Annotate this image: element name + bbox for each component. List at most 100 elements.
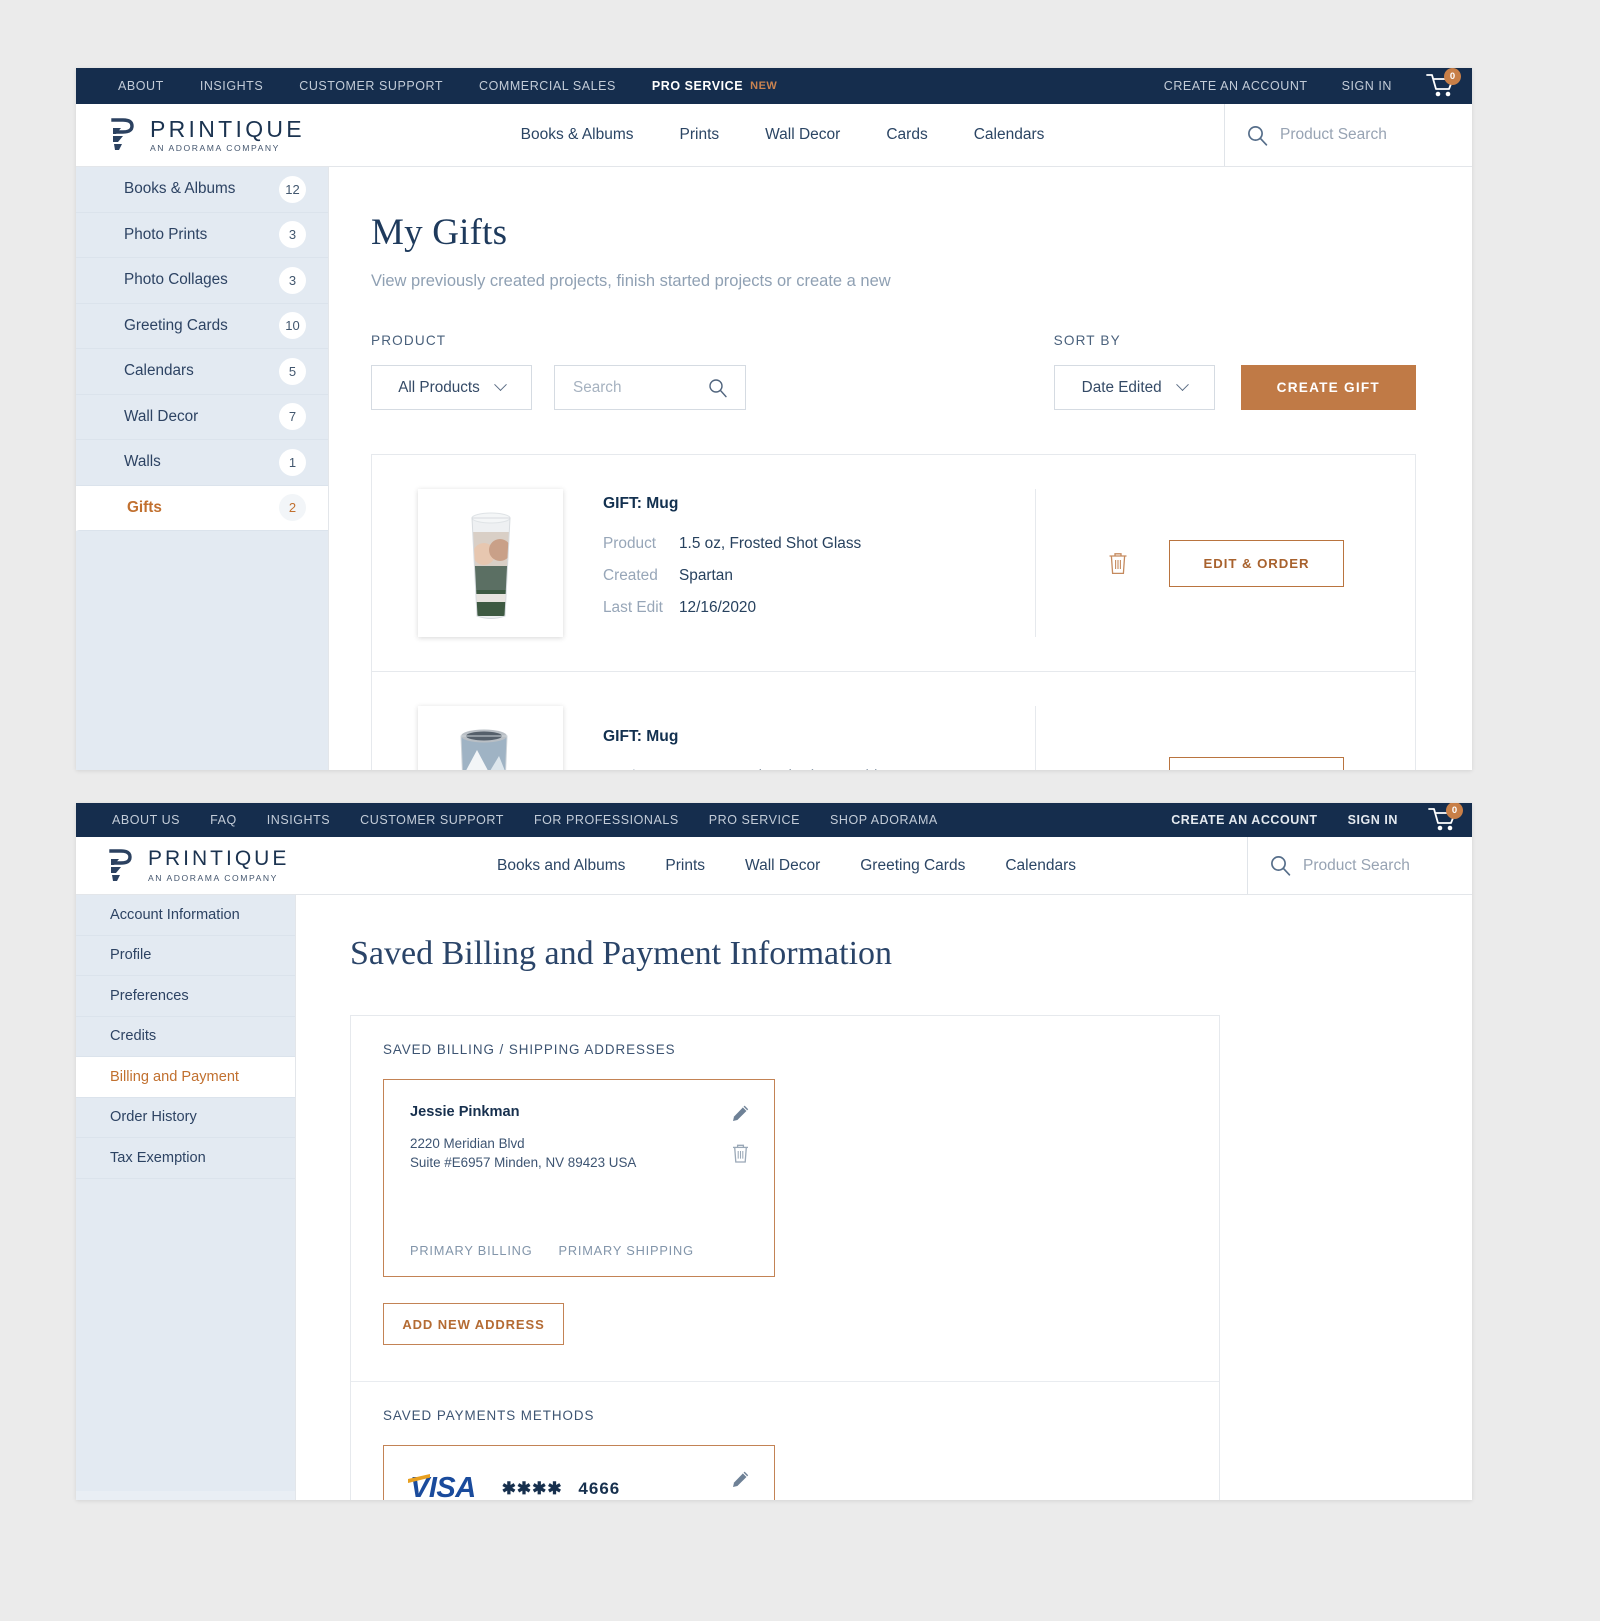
sidebar-item-photo-collages[interactable]: Photo Collages 3 [76,258,328,304]
product-search-input[interactable]: Product Search [1247,837,1472,894]
utility-link-faq[interactable]: FAQ [210,813,237,827]
gift-last-edit-key: Last Edit [603,599,663,616]
edit-address-button[interactable] [731,1104,750,1123]
sidebar-item-wall-decor[interactable]: Wall Decor 7 [76,394,328,440]
nav-greeting-cards[interactable]: Greeting Cards [860,857,965,875]
create-gift-button[interactable]: CREATE GIFT [1240,365,1416,410]
gift-product-row: Product 1.2 oz, Insulated Wine Tumbler [603,768,1035,770]
visa-logo-icon: VISA [408,1472,476,1500]
sidebar-item-tax-exemption[interactable]: Tax Exemption [76,1138,295,1179]
sidebar-label: Calendars [124,362,194,380]
chevron-down-icon [493,378,507,392]
cart-button[interactable]: 0 [1426,68,1461,99]
nav-books-albums[interactable]: Books & Albums [521,126,634,144]
sidebar-item-account-information[interactable]: Account Information [76,895,295,936]
edit-order-button[interactable]: EDIT & ORDER [1168,539,1345,587]
nav-cards[interactable]: Cards [886,126,927,144]
create-account-link[interactable]: CREATE AN ACCOUNT [1164,79,1308,93]
nav-calendars[interactable]: Calendars [1005,857,1076,875]
utility-link-about[interactable]: ABOUT [118,79,164,93]
delete-gift-button[interactable] [1107,768,1129,770]
sidebar-count-badge: 3 [279,266,306,294]
sidebar-item-walls[interactable]: Walls 1 [76,440,328,486]
gift-search-input[interactable]: Search [554,365,746,410]
sidebar-item-order-history[interactable]: Order History [76,1097,295,1138]
gifts-main-nav: PRINTIQUE AN ADORAMA COMPANY Books & Alb… [76,104,1472,167]
billing-screenshot: ABOUT US FAQ INSIGHTS CUSTOMER SUPPORT F… [76,803,1472,1500]
search-icon [1248,125,1268,146]
product-filter-select[interactable]: All Products [371,365,532,410]
gift-search-placeholder: Search [573,378,622,396]
logo[interactable]: PRINTIQUE AN ADORAMA COMPANY [76,104,341,166]
sidebar-count-badge: 10 [279,312,306,340]
sidebar-count-badge: 5 [279,357,306,385]
trash-icon [1113,769,1122,770]
sidebar-item-billing-and-payment[interactable]: Billing and Payment [76,1057,295,1098]
utility-link-insights[interactable]: INSIGHTS [267,813,330,827]
sign-in-link[interactable]: SIGN IN [1342,79,1392,93]
sidebar-count-badge: 2 [279,494,306,522]
product-search-input[interactable]: Product Search [1224,104,1472,166]
gifts-utility-bar: ABOUT INSIGHTS CUSTOMER SUPPORT COMMERCI… [76,68,1472,104]
saved-payment-card[interactable]: VISA ✱✱✱✱ 4666 [383,1445,775,1500]
utility-link-for-professionals[interactable]: FOR PROFESSIONALS [534,813,679,827]
sidebar-item-calendars[interactable]: Calendars 5 [76,349,328,395]
gift-product-key: Product [603,768,679,770]
utility-link-customer-support[interactable]: CUSTOMER SUPPORT [299,79,443,93]
utility-link-about-us[interactable]: ABOUT US [112,813,180,827]
utility-link-insights[interactable]: INSIGHTS [200,79,263,93]
payments-section-title: SAVED PAYMENTS METHODS [383,1408,595,1423]
billing-main-content: Saved Billing and Payment Information SA… [296,895,1472,1500]
logo-wordmark: PRINTIQUE [148,847,290,871]
sidebar-item-greeting-cards[interactable]: Greeting Cards 10 [76,303,328,349]
logo-tagline: AN ADORAMA COMPANY [150,143,280,154]
wine-tumbler-photo-icon [459,729,508,770]
gift-product-key: Product [603,535,657,552]
nav-wall-decor[interactable]: Wall Decor [745,857,820,875]
gift-thumbnail[interactable] [418,706,563,770]
gift-actions: EDIT & ORDER [1035,489,1415,637]
add-new-address-button[interactable]: ADD NEW ADDRESS [383,1303,564,1345]
sidebar-item-credits[interactable]: Credits [76,1016,295,1057]
utility-link-pro-service-wrap: PRO SERVICE NEW [652,79,777,93]
utility-link-commercial-sales[interactable]: COMMERCIAL SALES [479,79,616,93]
sort-by-select[interactable]: Date Edited [1053,365,1215,410]
utility-link-shop-adorama[interactable]: SHOP ADORAMA [830,813,938,827]
utility-link-pro-service[interactable]: PRO SERVICE [652,79,743,93]
saved-address-card[interactable]: Jessie Pinkman 2220 Meridian Blvd Suite … [383,1079,775,1277]
payment-card-actions [731,1470,750,1500]
sidebar-item-gifts[interactable]: Gifts 2 [76,485,328,531]
delete-gift-button[interactable] [1107,551,1129,576]
nav-prints[interactable]: Prints [680,126,720,144]
nav-books-and-albums[interactable]: Books and Albums [497,857,625,875]
sidebar-label: Walls [124,453,161,471]
gift-actions: EDIT & ORDER [1035,706,1415,770]
pencil-icon [733,1105,749,1121]
edit-order-button[interactable]: EDIT & ORDER [1168,756,1345,770]
address-line-1: 2220 Meridian Blvd [410,1136,525,1151]
nav-wall-decor[interactable]: Wall Decor [765,126,840,144]
payments-section: SAVED PAYMENTS METHODS VISA ✱✱✱✱ 4666 [351,1381,1219,1500]
product-search-placeholder: Product Search [1280,126,1387,143]
logo[interactable]: PRINTIQUE AN ADORAMA COMPANY [76,837,326,894]
utility-link-customer-support[interactable]: CUSTOMER SUPPORT [360,813,504,827]
sidebar-item-photo-prints[interactable]: Photo Prints 3 [76,212,328,258]
sort-group: SORT BY Date Edited CREATE GIFT [1053,333,1416,410]
sidebar-item-profile[interactable]: Profile [76,935,295,976]
utility-link-pro-service[interactable]: PRO SERVICE [709,813,800,827]
sidebar-item-preferences[interactable]: Preferences [76,976,295,1017]
search-icon [1271,856,1291,876]
trash-icon [1109,552,1127,574]
sign-in-link[interactable]: SIGN IN [1348,813,1398,827]
card-number-masked: ✱✱✱✱ 4666 [502,1479,621,1499]
create-account-link[interactable]: CREATE AN ACCOUNT [1171,813,1317,827]
gift-thumbnail[interactable] [418,489,563,637]
sidebar-filler [76,531,328,770]
cart-button[interactable]: 0 [1428,803,1463,833]
gifts-main-content: My Gifts View previously created project… [329,167,1472,770]
nav-prints[interactable]: Prints [665,857,705,875]
sidebar-item-books-albums[interactable]: Books & Albums 12 [76,167,328,213]
nav-calendars[interactable]: Calendars [974,126,1045,144]
delete-address-button[interactable] [731,1143,750,1164]
edit-payment-button[interactable] [731,1470,750,1489]
